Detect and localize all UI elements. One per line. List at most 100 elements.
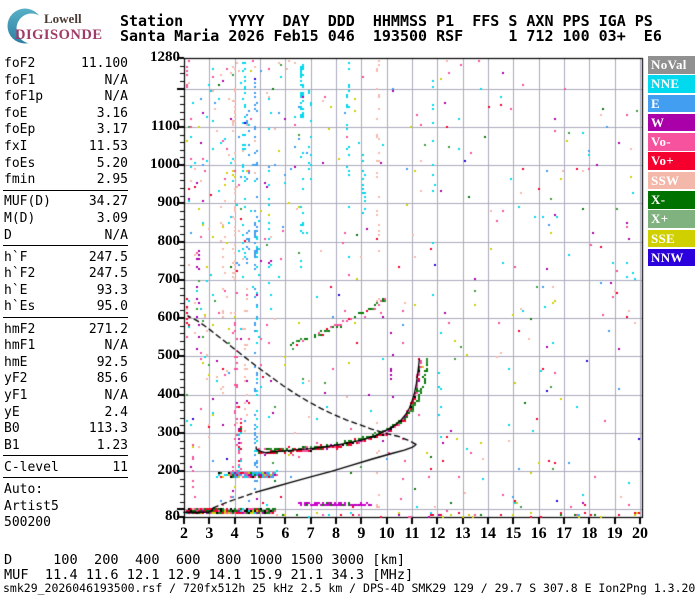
param-label: D bbox=[4, 227, 12, 243]
panel-separator bbox=[3, 317, 128, 318]
param-label: MUF(D) bbox=[4, 194, 51, 210]
param-value: 271.2 bbox=[88, 321, 128, 337]
param-label: h`F bbox=[4, 249, 28, 265]
y-tick-label: 1280 bbox=[150, 49, 180, 65]
y-tick-label: 500 bbox=[157, 347, 181, 364]
logo-lowell-text: Lowell bbox=[44, 11, 82, 26]
muf-distance-row: D 100 200 400 600 800 1000 1500 3000 [km… bbox=[4, 552, 406, 568]
param-label: foEs bbox=[4, 155, 36, 171]
legend-item-x: X- bbox=[648, 191, 695, 209]
param-row: MUF(D) 34.27 bbox=[4, 194, 128, 210]
param-value: 93.3 bbox=[96, 282, 128, 298]
param-label: hmE bbox=[4, 354, 28, 370]
param-row: yE 2.4 bbox=[4, 405, 128, 421]
param-value: N/A bbox=[104, 227, 128, 243]
y-tick-label: 400 bbox=[157, 385, 181, 402]
param-row: foEs 5.20 bbox=[4, 156, 128, 172]
legend-item-w: W bbox=[648, 113, 695, 132]
legend-item-sse: SSE bbox=[648, 229, 695, 248]
panel-separator bbox=[3, 477, 128, 479]
param-value: 247.5 bbox=[88, 266, 128, 282]
param-label: h`E bbox=[4, 282, 28, 298]
param-row: h`F 247.5 bbox=[4, 250, 128, 266]
param-row: foF2 11.100 bbox=[4, 56, 128, 72]
param-row: fmin 2.95 bbox=[4, 172, 128, 188]
legend-item-x: X+ bbox=[648, 210, 695, 228]
param-row: yF2 85.6 bbox=[4, 371, 128, 387]
logo-digisonde-text: DIGISONDE bbox=[15, 27, 103, 43]
param-value: 85.6 bbox=[96, 371, 128, 387]
param-row: fxI 11.53 bbox=[4, 139, 128, 155]
param-value: N/A bbox=[104, 72, 128, 88]
y-tick-label: 300 bbox=[157, 423, 181, 440]
param-row: yF1 N/A bbox=[4, 388, 128, 404]
y-tick-label: 1100 bbox=[150, 117, 180, 134]
param-label: foEp bbox=[4, 122, 36, 138]
panel-separator bbox=[3, 455, 128, 457]
param-label: fmin bbox=[4, 172, 36, 188]
param-label: foE bbox=[4, 105, 28, 121]
param-label: h`Es bbox=[4, 299, 36, 315]
param-label: fxI bbox=[4, 139, 28, 154]
param-value: 11.53 bbox=[88, 139, 128, 154]
param-row: M(D) 3.09 bbox=[4, 211, 128, 227]
param-value: 3.09 bbox=[96, 210, 128, 226]
param-row: foF1 N/A bbox=[4, 73, 128, 89]
y-tick-label: 1000 bbox=[150, 156, 180, 173]
param-row: B0 113.3 bbox=[4, 421, 128, 437]
param-value: 11 bbox=[112, 459, 128, 475]
y-tick-label: 80 bbox=[165, 508, 180, 524]
param-value: N/A bbox=[104, 89, 128, 105]
param-value: N/A bbox=[104, 387, 128, 403]
param-row: foE 3.16 bbox=[4, 106, 128, 122]
param-label: h`F2 bbox=[4, 266, 36, 282]
param-value: 11.100 bbox=[81, 56, 128, 71]
param-label: C-level bbox=[4, 459, 59, 475]
param-label: B1 bbox=[4, 437, 20, 453]
param-value: 1.23 bbox=[96, 437, 128, 453]
param-label: foF2 bbox=[4, 56, 36, 71]
param-value: 92.5 bbox=[96, 354, 128, 370]
param-value: 3.16 bbox=[96, 105, 128, 121]
param-value: 5.20 bbox=[96, 155, 128, 171]
header-station-values: Santa Maria 2026 Feb15 046 193500 RSF 1 … bbox=[120, 27, 662, 45]
legend-item-vo: Vo+ bbox=[648, 152, 695, 170]
y-tick-label: 800 bbox=[157, 232, 181, 249]
param-label: M(D) bbox=[4, 210, 36, 226]
legend-item-nne: NNE bbox=[648, 75, 695, 93]
lowell-digisonde-logo: Lowell DIGISONDE bbox=[4, 2, 119, 50]
param-row: C-level 11 bbox=[4, 460, 128, 476]
param-row: hmF2 271.2 bbox=[4, 322, 128, 338]
param-label: foF1p bbox=[4, 89, 44, 105]
ionogram-plot: 1280 1100 1000 900 800 700 600 500 400 300 200 80 2… bbox=[150, 48, 698, 553]
param-row: h`Es 95.0 bbox=[4, 299, 128, 315]
param-label: yE bbox=[4, 404, 20, 420]
panel-separator bbox=[3, 189, 128, 191]
file-info-line: smk29_2026046193500.rsf / 720fx512h 25 k… bbox=[3, 581, 696, 595]
param-value: 2.95 bbox=[96, 172, 128, 188]
param-row: hmF1 N/A bbox=[4, 338, 128, 354]
param-label: yF1 bbox=[4, 387, 28, 403]
param-row: Auto: bbox=[4, 482, 128, 498]
x-tick-label: 20 bbox=[631, 525, 648, 542]
legend-item-noval: NoVal bbox=[648, 56, 695, 74]
param-row: B1 1.23 bbox=[4, 438, 128, 454]
param-row: 500200 bbox=[4, 515, 128, 531]
digisonde-ionogram-screen: Lowell DIGISONDE Station YYYY DAY DDD HH… bbox=[0, 0, 700, 600]
param-label: Artist5 bbox=[4, 498, 59, 514]
param-row: foEp 3.17 bbox=[4, 122, 128, 138]
ionogram-canvas bbox=[150, 48, 650, 548]
legend-item-nnw: NNW bbox=[648, 248, 695, 267]
panel-separator bbox=[3, 245, 128, 247]
param-label: yF2 bbox=[4, 371, 28, 387]
param-label: hmF2 bbox=[4, 321, 36, 337]
echo-status-legend: NoVal NNE E W Vo- Vo+ SSW X- X+ SSE NNW bbox=[648, 56, 698, 268]
param-value: N/A bbox=[104, 338, 128, 354]
param-value: 2.4 bbox=[104, 404, 128, 420]
legend-item-ssw: SSW bbox=[648, 171, 695, 190]
param-label: foF1 bbox=[4, 72, 36, 88]
param-value: 95.0 bbox=[96, 299, 128, 315]
param-row: foF1p N/A bbox=[4, 89, 128, 105]
param-value: 247.5 bbox=[88, 249, 128, 265]
param-row: D N/A bbox=[4, 228, 128, 244]
